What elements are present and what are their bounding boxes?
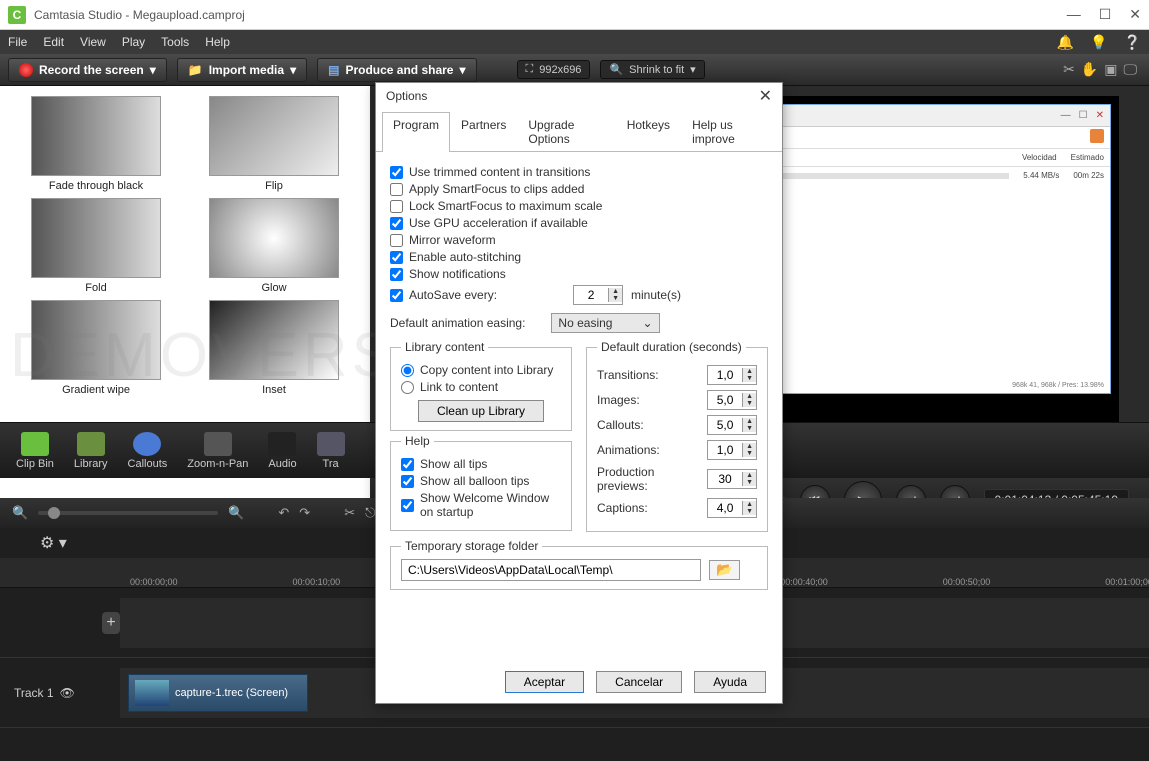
tab-hotkeys[interactable]: Hotkeys [616,112,681,152]
chk-mirror[interactable]: Mirror waveform [390,233,768,247]
redo-icon[interactable]: ↷ [299,505,310,521]
transition-item[interactable]: Fade through black [10,96,182,192]
dur-production[interactable]: ▲▼ [707,469,757,489]
transition-item[interactable]: Glow [188,198,360,294]
menu-edit[interactable]: Edit [43,35,64,49]
preview-footer: 968k 41, 968k / Pres: 13.98% [1012,382,1104,389]
tab-more[interactable]: Tra [317,432,345,470]
help-icon[interactable]: ❔ [1124,34,1141,51]
tab-program[interactable]: Program [382,112,450,152]
dur-animations[interactable]: ▲▼ [707,440,757,460]
menu-tools[interactable]: Tools [161,35,189,49]
ok-button[interactable]: Aceptar [505,671,584,693]
chk-balloon-tips[interactable]: Show all balloon tips [401,474,561,488]
chk-gpu[interactable]: Use GPU acceleration if available [390,216,768,230]
bulb-icon[interactable]: 💡 [1090,34,1107,51]
full-icon[interactable]: ▣ [1104,61,1117,78]
temp-path-input[interactable] [401,559,701,581]
chk-welcome-window[interactable]: Show Welcome Window on startup [401,491,561,519]
temp-legend: Temporary storage folder [401,539,542,553]
dur-captions[interactable]: ▲▼ [707,498,757,518]
film-icon: ▤ [328,63,339,77]
cancel-button[interactable]: Cancelar [596,671,682,693]
transition-item[interactable]: Flip [188,96,360,192]
app-icon: C [8,6,26,24]
radio-copy-library[interactable]: Copy content into Library [401,363,561,377]
crop-icon[interactable]: ✂ [1063,61,1075,78]
browse-folder-button[interactable]: 📂 [709,560,740,580]
clean-library-button[interactable]: Clean up Library [418,400,544,422]
chk-stitch[interactable]: Enable auto-stitching [390,250,768,264]
dialog-close-button[interactable]: ✕ [759,86,772,106]
timeline-clip[interactable]: capture-1.trec (Screen) [128,674,308,712]
menu-help[interactable]: Help [205,35,230,49]
dur-images[interactable]: ▲▼ [707,390,757,410]
dialog-tabs: Program Partners Upgrade Options Hotkeys… [376,109,782,152]
add-track-button[interactable]: + [102,612,120,634]
import-media-button[interactable]: 📁Import media ▾ [177,58,307,82]
fit-mode-box[interactable]: 🔍Shrink to fit ▾ [600,60,704,79]
menu-view[interactable]: View [80,35,106,49]
tab-improve[interactable]: Help us improve [681,112,776,152]
menu-play[interactable]: Play [122,35,145,49]
options-dialog: Options ✕ Program Partners Upgrade Optio… [375,82,783,704]
screen-icon[interactable]: 🖵 [1124,61,1138,78]
menu-file[interactable]: File [8,35,27,49]
duration-legend: Default duration (seconds) [597,340,746,354]
tab-zoom-pan[interactable]: Zoom-n-Pan [187,432,248,470]
chk-show-tips[interactable]: Show all tips [401,457,561,471]
hand-icon[interactable]: ✋ [1081,61,1098,78]
menubar: File Edit View Play Tools Help 🔔 💡 ❔ [0,30,1149,54]
eye-icon[interactable]: 👁 [60,686,75,700]
maximize-button[interactable]: ☐ [1099,6,1112,23]
help-legend: Help [401,434,434,448]
autosave-spinner[interactable]: ▲▼ [573,285,623,305]
autosave-unit: minute(s) [631,288,681,302]
tab-clip-bin[interactable]: Clip Bin [16,432,54,470]
chk-lock-smartfocus[interactable]: Lock SmartFocus to maximum scale [390,199,768,213]
record-icon [19,63,33,77]
chk-notifications[interactable]: Show notifications [390,267,768,281]
easing-select[interactable]: No easing⌄ [551,313,659,333]
window-titlebar: C Camtasia Studio - Megaupload.camproj —… [0,0,1149,30]
chk-smartfocus[interactable]: Apply SmartFocus to clips added [390,182,768,196]
undo-icon[interactable]: ↶ [278,505,289,521]
timeline-gear-icon[interactable]: ⚙ ▾ [40,533,67,553]
easing-label: Default animation easing: [390,316,525,330]
folder-icon: 📁 [188,63,203,77]
tab-upgrade[interactable]: Upgrade Options [517,112,615,152]
record-screen-button[interactable]: Record the screen ▾ [8,58,167,82]
window-title: Camtasia Studio - Megaupload.camproj [34,8,245,22]
tab-library[interactable]: Library [74,432,108,470]
split-icon[interactable]: ⎋ [365,505,375,521]
tab-callouts[interactable]: Callouts [128,432,168,470]
search-icon: 🔍 [609,63,623,76]
chk-autosave[interactable]: AutoSave every: [390,288,497,302]
chk-trimmed[interactable]: Use trimmed content in transitions [390,165,768,179]
bell-icon[interactable]: 🔔 [1057,34,1074,51]
track-1-header[interactable]: Track 1 👁 [0,686,120,700]
canvas-size-box[interactable]: ⛶992x696 [517,60,591,79]
transition-item[interactable]: Gradient wipe [10,300,182,396]
zoom-out-icon[interactable]: 🔍 [12,505,28,521]
minimize-button[interactable]: — [1067,6,1081,23]
dur-callouts[interactable]: ▲▼ [707,415,757,435]
dialog-title: Options ✕ [376,83,782,109]
help-button[interactable]: Ayuda [694,671,766,693]
tab-audio[interactable]: Audio [268,432,296,470]
gear-icon [1090,129,1104,143]
resize-icon: ⛶ [526,63,534,76]
zoom-slider[interactable] [38,511,218,515]
produce-share-button[interactable]: ▤Produce and share ▾ [317,58,476,82]
dur-transitions[interactable]: ▲▼ [707,365,757,385]
cut-icon[interactable]: ✂ [344,505,355,521]
library-legend: Library content [401,340,488,354]
radio-link-content[interactable]: Link to content [401,380,561,394]
close-button[interactable]: ✕ [1129,6,1141,23]
transition-item[interactable]: Inset [188,300,360,396]
transition-item[interactable]: Fold [10,198,182,294]
tab-partners[interactable]: Partners [450,112,517,152]
zoom-in-icon[interactable]: 🔍 [228,505,244,521]
